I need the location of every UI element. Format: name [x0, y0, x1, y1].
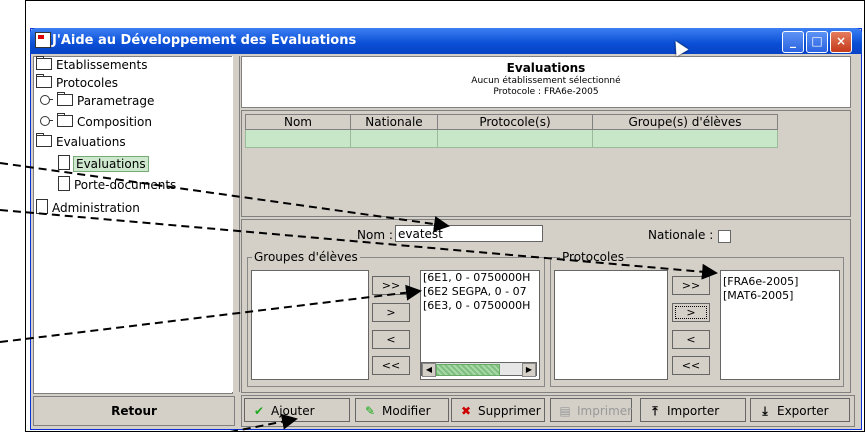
arrow-to-group-list	[0, 284, 422, 343]
annotation-arrows	[0, 162, 718, 432]
arrow-to-protocol-list	[0, 209, 718, 280]
arrow-to-ajouter-button	[229, 413, 298, 432]
